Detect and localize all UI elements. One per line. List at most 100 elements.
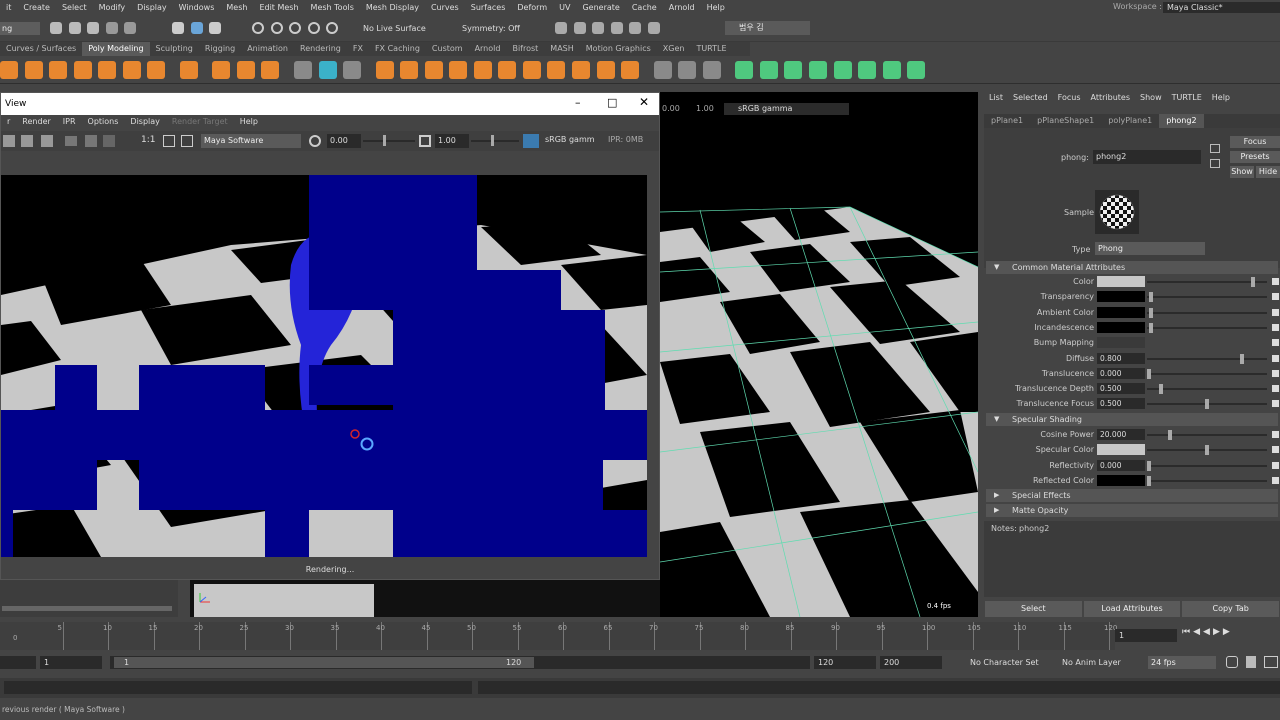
mirror-icon[interactable] <box>498 61 517 79</box>
svg-icon[interactable] <box>261 61 280 79</box>
slider-handle[interactable] <box>1158 384 1163 395</box>
slider-handle[interactable] <box>383 135 386 146</box>
max-time-field[interactable]: 200 <box>880 656 942 669</box>
poly-cube-icon[interactable] <box>24 61 43 79</box>
attribute-value-field[interactable]: 0.500 <box>1097 398 1145 410</box>
attribute-slider[interactable] <box>1147 307 1267 318</box>
redo-render-icon[interactable] <box>3 135 15 147</box>
user-account[interactable]: 범우 김 <box>725 21 810 35</box>
menu-item[interactable]: it <box>0 3 17 12</box>
attribute-value-field[interactable]: 0.500 <box>1097 383 1145 395</box>
renderer-dropdown[interactable]: Maya Software <box>201 134 301 148</box>
map-button-icon[interactable] <box>1272 431 1279 438</box>
color-swatch[interactable] <box>1097 276 1145 287</box>
preferences-icon[interactable] <box>1264 656 1278 668</box>
shelf-tab[interactable]: FX <box>347 42 369 56</box>
presets-button[interactable]: Presets <box>1230 151 1280 163</box>
menu-item[interactable]: Select <box>56 3 93 12</box>
select-component-icon[interactable] <box>209 22 222 34</box>
ae-menu-item[interactable]: Focus <box>1053 93 1086 102</box>
fps-dropdown[interactable]: 24 fps <box>1148 656 1216 669</box>
color-swatch[interactable] <box>1097 321 1145 333</box>
attribute-slider[interactable] <box>1147 430 1267 440</box>
step-back-icon[interactable]: ◀ <box>1193 627 1203 637</box>
menu-item[interactable]: Mesh Display <box>360 3 425 12</box>
viewport-gamma[interactable]: 1.00 <box>696 104 714 113</box>
command-input[interactable] <box>4 681 472 694</box>
reduce-icon[interactable] <box>318 61 337 79</box>
rv-menu-item[interactable]: Help <box>234 115 264 129</box>
map-button-icon[interactable] <box>1272 278 1279 285</box>
section-common-material[interactable]: ▼ Common Material Attributes <box>986 261 1278 274</box>
input-connections-icon[interactable] <box>1210 144 1220 153</box>
minimize-icon[interactable]: – <box>575 96 581 109</box>
extrude-icon[interactable] <box>522 61 541 79</box>
ratio-label[interactable]: 1:1 <box>141 135 155 145</box>
gamma-slider[interactable] <box>471 135 519 146</box>
undo-icon[interactable] <box>105 22 118 34</box>
node-name-field[interactable]: phong2 <box>1093 150 1201 164</box>
workspace-dropdown[interactable]: Maya Classic* <box>1163 2 1280 13</box>
exposure-slider[interactable] <box>363 135 415 146</box>
shelf-tab[interactable]: Arnold <box>469 42 507 56</box>
type-dropdown[interactable]: Phong <box>1095 242 1205 255</box>
current-frame-field[interactable]: 1 <box>1115 629 1177 642</box>
multi-cut-icon[interactable] <box>653 61 672 79</box>
slider-handle[interactable] <box>1205 445 1209 456</box>
combine-icon[interactable] <box>375 61 394 79</box>
play-back-icon[interactable]: ◀ <box>1203 627 1213 637</box>
start-time-field[interactable]: 1 <box>40 656 102 669</box>
poly-cone-icon[interactable] <box>73 61 92 79</box>
attribute-slider[interactable] <box>1147 322 1267 333</box>
range-slider-handle[interactable]: 1 120 <box>114 657 534 668</box>
attribute-slider[interactable] <box>1147 277 1267 287</box>
attribute-slider[interactable] <box>1147 368 1267 379</box>
loop-icon[interactable] <box>1226 656 1238 668</box>
menu-item[interactable]: Mesh Tools <box>305 3 360 12</box>
viewport-persp[interactable]: 0.00 1.00 sRGB gamma persp 0.4 fps <box>660 92 978 617</box>
render-settings-icon[interactable] <box>592 22 605 34</box>
rv-menu-item[interactable]: Display <box>124 115 166 129</box>
ae-tab[interactable]: pPlaneShape1 <box>1030 114 1101 128</box>
rv-menu-item[interactable]: Options <box>82 115 125 129</box>
mode-dropdown[interactable]: ng <box>0 22 40 35</box>
color-management-icon[interactable] <box>523 134 539 148</box>
map-button-icon[interactable] <box>1272 369 1279 377</box>
edge-loop-icon[interactable] <box>678 61 697 79</box>
display-alpha-icon[interactable] <box>85 135 97 147</box>
menu-item[interactable]: Surfaces <box>465 3 512 12</box>
attribute-slider[interactable] <box>1147 399 1267 410</box>
ae-menu-item[interactable]: Help <box>1207 93 1235 102</box>
close-icon[interactable]: ✕ <box>639 95 649 109</box>
frame-image-icon[interactable] <box>163 135 175 147</box>
new-scene-icon[interactable] <box>50 22 62 34</box>
ae-tab[interactable]: pPlane1 <box>984 114 1030 128</box>
range-slider[interactable]: 1 120 <box>110 656 810 669</box>
horizontal-scrollbar[interactable] <box>2 606 172 611</box>
slider-handle[interactable] <box>1149 322 1154 333</box>
super-shape-icon[interactable] <box>212 61 231 79</box>
hypershade-icon[interactable] <box>610 22 623 34</box>
menu-item[interactable]: Modify <box>93 3 132 12</box>
ae-menu-item[interactable]: Show <box>1135 93 1167 102</box>
slider-handle[interactable] <box>1147 368 1151 379</box>
map-button-icon[interactable] <box>1272 339 1279 347</box>
attribute-slider[interactable] <box>1147 475 1267 486</box>
ae-tab-active[interactable]: phong2 <box>1159 114 1204 128</box>
attribute-value-field[interactable]: 0.800 <box>1097 352 1145 364</box>
uv-cylindrical-icon[interactable] <box>784 61 803 79</box>
rv-menu-item[interactable]: IPR <box>57 115 82 129</box>
map-button-icon[interactable] <box>1272 323 1279 331</box>
attribute-slider[interactable] <box>1147 384 1267 395</box>
color-swatch[interactable] <box>1097 444 1145 456</box>
ae-menu-item[interactable]: Selected <box>1008 93 1053 102</box>
output-connections-icon[interactable] <box>1210 159 1220 168</box>
separate-icon[interactable] <box>400 61 419 79</box>
poly-plane-icon[interactable] <box>122 61 141 79</box>
menu-item[interactable]: UV <box>553 3 576 12</box>
map-button-icon[interactable] <box>1272 354 1279 362</box>
snap-surface-icon[interactable] <box>326 22 339 34</box>
poly-torus-icon[interactable] <box>98 61 117 79</box>
merge-icon[interactable] <box>621 61 640 79</box>
boolean-icon[interactable] <box>449 61 468 79</box>
